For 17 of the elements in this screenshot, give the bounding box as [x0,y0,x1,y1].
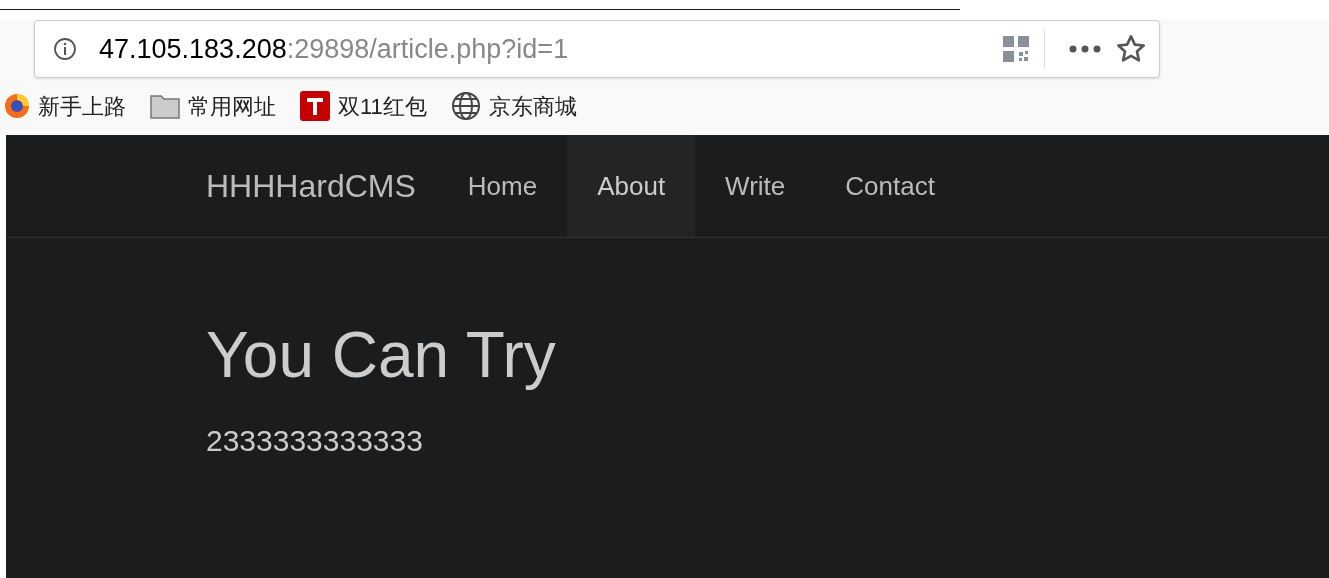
star-icon[interactable] [1115,33,1147,65]
nav-link[interactable]: Home [437,135,568,237]
nav-link[interactable]: Contact [815,135,965,237]
folder-icon [150,93,180,119]
nav-link[interactable]: Write [695,135,816,237]
more-icon[interactable] [1069,45,1101,53]
bookmark-item[interactable]: 新手上路 [4,89,126,123]
brand-link[interactable]: HHHHardCMS [206,162,416,210]
article-title: You Can Try [206,320,557,390]
info-icon[interactable] [53,37,77,61]
globe-icon [450,91,481,121]
article-body: 2333333333333 [206,423,424,459]
bookmark-item[interactable]: 双11红包 [300,89,427,123]
bookmark-item[interactable]: 常用网址 [150,89,276,123]
bookmark-item[interactable]: 京东商城 [450,89,577,123]
nav-link[interactable]: About [567,135,696,237]
qr-code-icon[interactable] [1002,35,1030,63]
